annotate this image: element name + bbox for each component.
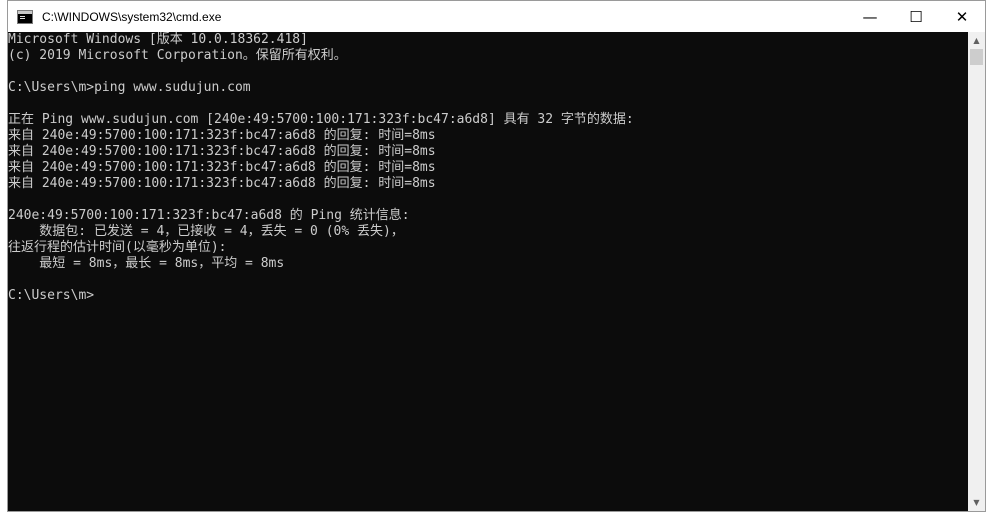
console-line: 数据包: 已发送 = 4，已接收 = 4，丢失 = 0 (0% 丢失)，	[8, 224, 404, 239]
maximize-icon: ☐	[909, 7, 923, 26]
close-icon: ✕	[955, 7, 969, 26]
window-title: C:\WINDOWS\system32\cmd.exe	[42, 9, 222, 24]
console-line: 往返行程的估计时间(以毫秒为单位):	[8, 240, 227, 255]
window-controls: — ☐ ✕	[847, 1, 985, 32]
title-bar[interactable]: C:\WINDOWS\system32\cmd.exe — ☐ ✕	[8, 1, 985, 32]
console-line: (c) 2019 Microsoft Corporation。保留所有权利。	[8, 48, 347, 63]
minimize-icon: —	[862, 7, 878, 26]
scroll-down-button[interactable]: ▼	[968, 494, 985, 511]
maximize-button[interactable]: ☐	[893, 1, 939, 32]
cmd-window: C:\WINDOWS\system32\cmd.exe — ☐ ✕ Micros…	[7, 0, 986, 512]
console-line: 来自 240e:49:5700:100:171:323f:bc47:a6d8 的…	[8, 160, 436, 175]
console-line: Microsoft Windows [版本 10.0.18362.418]	[8, 32, 308, 47]
console-line: 240e:49:5700:100:171:323f:bc47:a6d8 的 Pi…	[8, 208, 410, 223]
console-output[interactable]: Microsoft Windows [版本 10.0.18362.418] (c…	[8, 32, 969, 511]
chevron-down-icon: ▼	[973, 498, 980, 507]
console-line: C:\Users\m>ping www.sudujun.com	[8, 80, 251, 95]
chevron-up-icon: ▲	[973, 36, 980, 45]
close-button[interactable]: ✕	[939, 1, 985, 32]
console-line: 来自 240e:49:5700:100:171:323f:bc47:a6d8 的…	[8, 128, 436, 143]
console-line: 来自 240e:49:5700:100:171:323f:bc47:a6d8 的…	[8, 176, 436, 191]
console-line: 最短 = 8ms，最长 = 8ms，平均 = 8ms	[8, 256, 285, 271]
command-prompt[interactable]: C:\Users\m>	[8, 288, 969, 304]
cmd-icon[interactable]	[17, 9, 33, 24]
vertical-scrollbar[interactable]: ▲ ▼	[968, 32, 985, 511]
console-line: 来自 240e:49:5700:100:171:323f:bc47:a6d8 的…	[8, 144, 436, 159]
minimize-button[interactable]: —	[847, 1, 893, 32]
scroll-up-button[interactable]: ▲	[968, 32, 985, 49]
console-line: 正在 Ping www.sudujun.com [240e:49:5700:10…	[8, 112, 634, 127]
scroll-thumb[interactable]	[970, 49, 983, 65]
